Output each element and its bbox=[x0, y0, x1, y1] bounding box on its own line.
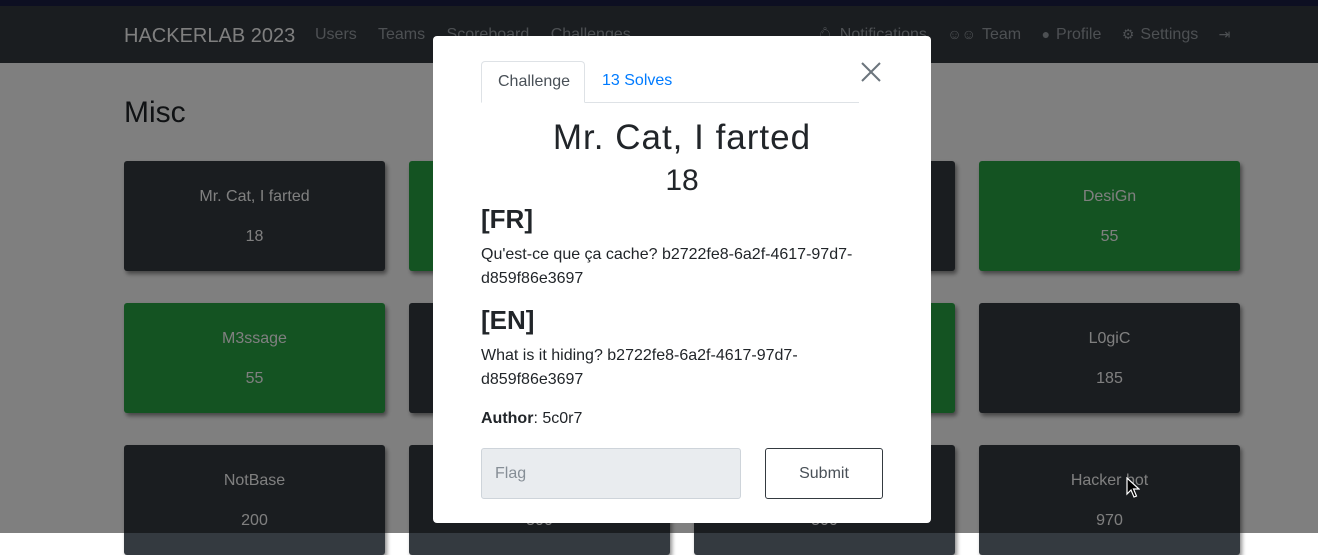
submit-button[interactable]: Submit bbox=[765, 448, 883, 499]
en-description: What is it hiding? b2722fe8-6a2f-4617-97… bbox=[481, 347, 798, 388]
author-label: Author bbox=[481, 410, 534, 427]
author-name: : 5c0r7 bbox=[533, 410, 583, 427]
challenge-value: 18 bbox=[665, 164, 699, 197]
close-icon-glyph bbox=[861, 62, 881, 82]
mouse-cursor-icon bbox=[1126, 477, 1140, 498]
flag-input[interactable] bbox=[481, 448, 741, 499]
fr-heading: [FR] bbox=[481, 204, 533, 234]
tab-solves[interactable]: 13 Solves bbox=[586, 61, 688, 101]
fr-description: Qu'est-ce que ça cache? b2722fe8-6a2f-46… bbox=[481, 246, 853, 287]
modal-tabs: Challenge 13 Solves bbox=[481, 61, 859, 103]
close-icon[interactable] bbox=[859, 60, 883, 84]
challenge-modal: Challenge 13 Solves Mr. Cat, I farted 18… bbox=[433, 36, 931, 523]
tab-challenge[interactable]: Challenge bbox=[481, 61, 585, 103]
challenge-name: Mr. Cat, I farted bbox=[552, 118, 812, 157]
en-heading: [EN] bbox=[481, 305, 535, 335]
author-line: Author: 5c0r7 bbox=[481, 410, 582, 428]
